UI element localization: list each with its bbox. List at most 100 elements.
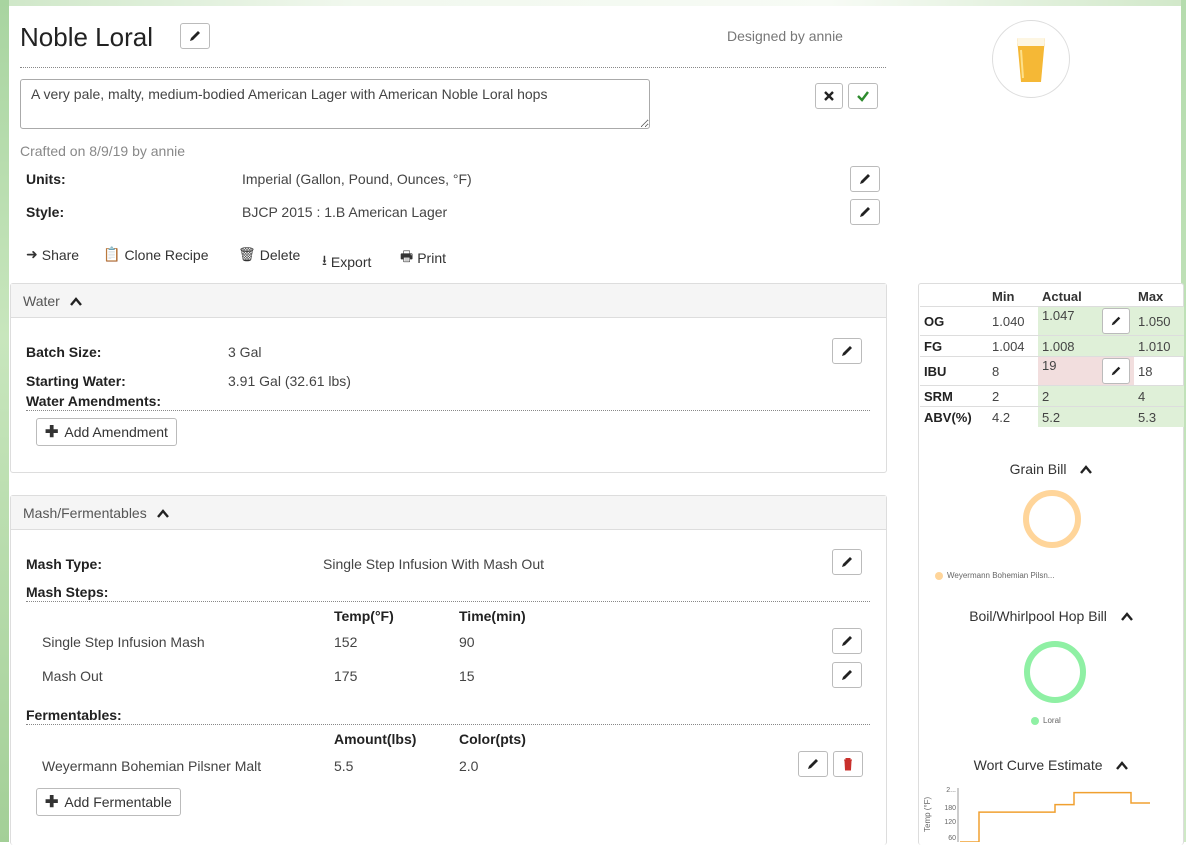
edit-fermentable-button[interactable] bbox=[798, 751, 828, 777]
edit-ibu-button[interactable] bbox=[1102, 358, 1130, 384]
hop-bill-header[interactable]: Boil/Whirlpool Hop Bill bbox=[920, 608, 1182, 624]
water-panel-header[interactable]: Water bbox=[11, 284, 886, 318]
crafted-info: Crafted on 8/9/19 by annie bbox=[20, 143, 186, 159]
stats-key: ABV(%) bbox=[920, 406, 988, 427]
edit-mash-step-button[interactable] bbox=[832, 662, 862, 688]
pencil-icon bbox=[842, 636, 852, 646]
description-textarea[interactable] bbox=[20, 79, 650, 129]
trash-icon: 🗑 bbox=[238, 246, 256, 262]
hop-bill-title: Boil/Whirlpool Hop Bill bbox=[969, 608, 1107, 624]
add-fermentable-button[interactable]: ✚ Add Fermentable bbox=[36, 788, 181, 816]
edit-og-button[interactable] bbox=[1102, 308, 1130, 334]
water-amendments-label: Water Amendments: bbox=[26, 393, 162, 409]
units-label: Units: bbox=[26, 171, 66, 187]
col-amount-header: Amount(lbs) bbox=[334, 731, 417, 747]
add-amendment-button[interactable]: ✚ Add Amendment bbox=[36, 418, 177, 446]
stats-row-ibu: IBU 8 19 18 bbox=[920, 356, 1184, 386]
chevron-up-icon bbox=[1120, 608, 1133, 624]
col-color-header: Color(pts) bbox=[459, 731, 526, 747]
recipe-title: Noble Loral bbox=[20, 22, 153, 52]
export-icon: ⭳ bbox=[322, 252, 327, 268]
fermentable-amount: 5.5 bbox=[334, 758, 354, 774]
stats-actual: 5.2 bbox=[1038, 406, 1134, 427]
left-edge-decoration bbox=[0, 0, 9, 842]
mash-step-name: Single Step Infusion Mash bbox=[42, 634, 205, 650]
wort-curve-header[interactable]: Wort Curve Estimate bbox=[920, 757, 1182, 773]
starting-water-value: 3.91 Gal (32.61 lbs) bbox=[228, 373, 351, 389]
wort-curve-title: Wort Curve Estimate bbox=[973, 757, 1103, 773]
stats-actual: 1.008 bbox=[1038, 335, 1134, 357]
stats-min: 1.040 bbox=[988, 306, 1038, 336]
edit-mash-type-button[interactable] bbox=[832, 549, 862, 575]
grain-slice bbox=[1023, 490, 1081, 548]
print-label: Print bbox=[417, 250, 447, 266]
clone-recipe-link[interactable]: 📋 Clone Recipe bbox=[103, 246, 209, 263]
clipboard-icon: 📋 bbox=[103, 246, 121, 262]
share-link[interactable]: ➜ Share bbox=[26, 246, 79, 263]
amendments-divider bbox=[26, 410, 870, 411]
mash-step-temp: 175 bbox=[334, 668, 358, 684]
chevron-up-icon bbox=[1116, 757, 1129, 773]
edit-water-button[interactable] bbox=[832, 338, 862, 364]
wort-ylabel: Temp (°F) bbox=[923, 796, 932, 832]
hop-legend-label: Loral bbox=[1043, 716, 1061, 725]
stats-actual: 19 bbox=[1042, 358, 1057, 373]
print-icon: 🖶 bbox=[400, 248, 414, 264]
print-link[interactable]: 🖶 Print bbox=[400, 246, 446, 270]
close-icon bbox=[824, 91, 834, 101]
edit-units-button[interactable] bbox=[850, 166, 880, 192]
export-link[interactable]: ⭳ Export bbox=[322, 250, 371, 274]
grain-bill-donut bbox=[1023, 490, 1081, 548]
stats-max: 5.3 bbox=[1134, 406, 1184, 427]
pencil-icon bbox=[1111, 366, 1121, 376]
trash-icon bbox=[844, 758, 852, 771]
grain-legend-dot bbox=[935, 571, 943, 580]
hop-bill-donut bbox=[1024, 641, 1086, 703]
mash-step-temp: 152 bbox=[334, 634, 358, 650]
wort-series-line bbox=[960, 791, 1150, 842]
mash-step-time: 15 bbox=[459, 668, 475, 684]
stats-min: 1.004 bbox=[988, 335, 1038, 357]
fermentable-name: Weyermann Bohemian Pilsner Malt bbox=[42, 758, 262, 774]
grain-bill-header[interactable]: Grain Bill bbox=[920, 461, 1182, 477]
batch-size-label: Batch Size: bbox=[26, 344, 102, 360]
mash-step-name: Mash Out bbox=[42, 668, 103, 684]
fermentables-label: Fermentables: bbox=[26, 707, 122, 723]
edit-style-button[interactable] bbox=[850, 199, 880, 225]
stats-col-max: Max bbox=[1138, 288, 1164, 304]
grain-legend-label: Weyermann Bohemian Pilsn... bbox=[947, 571, 1055, 580]
delete-link[interactable]: 🗑 Delete bbox=[238, 246, 300, 263]
save-description-button[interactable] bbox=[848, 83, 878, 109]
mash-steps-label: Mash Steps: bbox=[26, 584, 109, 600]
edit-mash-step-button[interactable] bbox=[832, 628, 862, 654]
wort-tick-label: 120 bbox=[944, 819, 956, 826]
cancel-description-button[interactable] bbox=[815, 83, 843, 109]
col-temp-header: Temp(°F) bbox=[334, 608, 394, 624]
stats-actual: 2 bbox=[1038, 385, 1134, 407]
mash-type-value: Single Step Infusion With Mash Out bbox=[323, 556, 544, 572]
top-edge-decoration bbox=[0, 0, 1186, 6]
style-value: BJCP 2015 : 1.B American Lager bbox=[242, 204, 448, 220]
fermentable-color: 2.0 bbox=[459, 758, 479, 774]
hop-slice bbox=[1024, 641, 1086, 703]
stats-table: Min Actual Max OG 1.040 1.047 1.050 FG 1… bbox=[920, 286, 1184, 427]
batch-size-value: 3 Gal bbox=[228, 344, 262, 360]
col-time-header: Time(min) bbox=[459, 608, 526, 624]
check-icon bbox=[857, 91, 869, 102]
stats-row-og: OG 1.040 1.047 1.050 bbox=[920, 306, 1184, 336]
pencil-icon bbox=[1111, 316, 1121, 326]
starting-water-label: Starting Water: bbox=[26, 373, 126, 389]
stats-max: 18 bbox=[1134, 356, 1184, 386]
pencil-icon bbox=[860, 174, 870, 184]
edit-title-button[interactable] bbox=[180, 23, 210, 49]
title-divider bbox=[20, 67, 886, 68]
share-arrow-icon: ➜ bbox=[26, 246, 38, 262]
pencil-icon bbox=[842, 557, 852, 567]
mash-panel-header[interactable]: Mash/Fermentables bbox=[11, 496, 886, 530]
wort-tick-label: 60 bbox=[948, 835, 956, 842]
add-fermentable-label: Add Fermentable bbox=[64, 794, 172, 810]
stats-col-min: Min bbox=[992, 288, 1015, 304]
pencil-icon bbox=[190, 31, 200, 41]
stats-key: FG bbox=[920, 335, 988, 357]
delete-fermentable-button[interactable] bbox=[833, 751, 863, 777]
